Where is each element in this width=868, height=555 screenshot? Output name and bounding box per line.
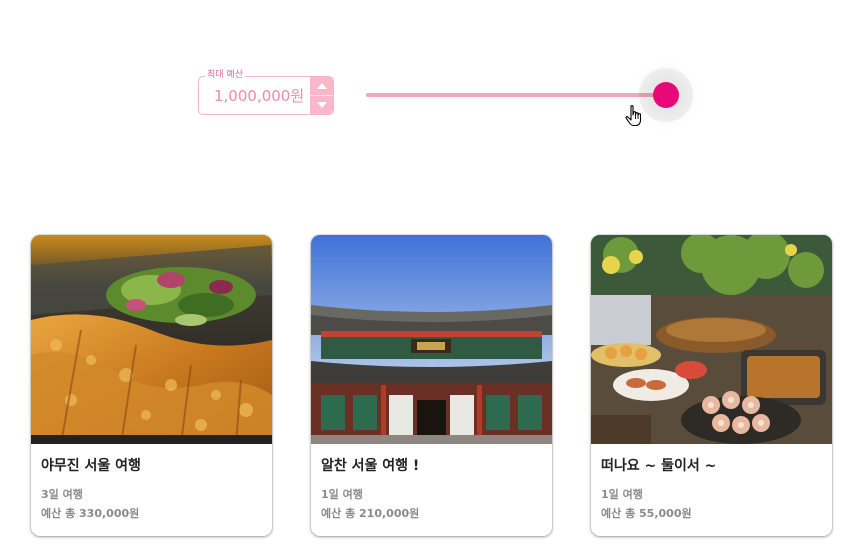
trip-card[interactable]: 알찬 서울 여행 ! 1일 여행 예산 총 210,000원: [311, 235, 552, 536]
increment-button[interactable]: [310, 77, 333, 95]
trip-budget: 예산 총 55,000원: [601, 507, 692, 520]
trip-title: 떠나요 ~ 둘이서 ~: [601, 458, 717, 474]
trip-days: 1일 여행: [321, 488, 363, 501]
fried-pork-cutlet-image: [31, 235, 272, 444]
hand-pointer-icon: [625, 105, 642, 127]
max-budget-label: 최대 예산: [205, 68, 245, 82]
trip-days: 3일 여행: [41, 488, 83, 501]
slider-thumb[interactable]: [652, 82, 679, 108]
trip-title: 야무진 서울 여행: [41, 458, 141, 474]
decrement-button[interactable]: [310, 95, 333, 114]
trip-days: 1일 여행: [601, 488, 643, 501]
arrow-down-icon: [316, 102, 327, 108]
trip-budget: 예산 총 330,000원: [41, 507, 140, 520]
trip-card[interactable]: 떠나요 ~ 둘이서 ~ 1일 여행 예산 총 55,000원: [591, 235, 832, 536]
trip-title: 알찬 서울 여행 !: [321, 458, 420, 474]
max-budget-value[interactable]: 1,000,000원: [214, 86, 304, 106]
palace-gate-image: [311, 235, 552, 444]
buffet-table-image: [591, 235, 832, 444]
slider-fill: [366, 93, 666, 97]
trip-budget: 예산 총 210,000원: [321, 507, 420, 520]
budget-stepper: [310, 77, 333, 114]
arrow-up-icon: [316, 83, 327, 89]
max-budget-field[interactable]: 최대 예산 1,000,000원: [198, 68, 334, 115]
page: 최대 예산 1,000,000원 야무진 서울 여행 3일 여행 예산 총 33…: [0, 0, 868, 555]
trip-card[interactable]: 야무진 서울 여행 3일 여행 예산 총 330,000원: [31, 235, 272, 536]
